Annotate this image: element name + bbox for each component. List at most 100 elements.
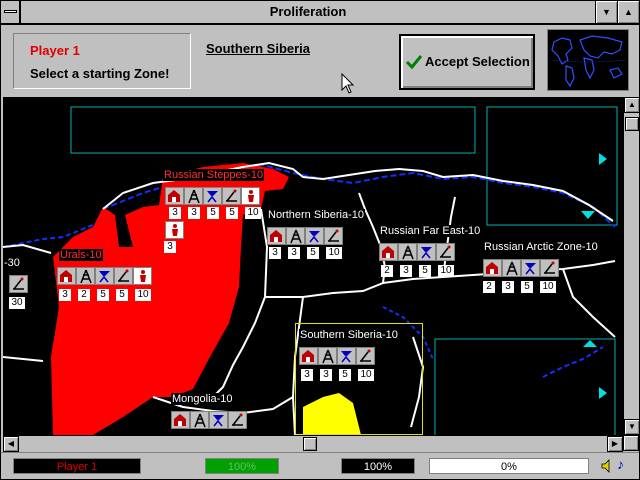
missile-launcher-icon — [114, 267, 133, 285]
factory-icon — [165, 187, 184, 205]
scroll-left-icon: ◀ — [7, 439, 15, 448]
player-name: Player 1 — [30, 43, 80, 58]
zone-label-russian-steppes[interactable]: Russian Steppes-10 — [163, 169, 265, 181]
radar-dish-icon — [417, 243, 436, 261]
oil-derrick-icon — [318, 347, 337, 365]
missile-launcher-icon — [436, 243, 455, 261]
oil-derrick-icon — [286, 227, 305, 245]
maximize-icon: ▲ — [624, 7, 633, 17]
minimize-icon: ▼ — [602, 7, 611, 17]
system-menu-icon — [4, 10, 17, 13]
window-title: Proliferation — [269, 4, 347, 19]
status-progress-c: 0% — [429, 458, 589, 474]
soldier-icon — [165, 221, 184, 239]
speaker-icon[interactable] — [601, 459, 615, 473]
maximize-button[interactable]: ▲ — [617, 1, 639, 23]
soldier-icon — [133, 267, 152, 285]
scroll-down-icon: ▼ — [628, 422, 636, 431]
stat-value: 3 — [288, 247, 300, 259]
stat-value: 10 — [358, 369, 374, 381]
stat-value: 3 — [400, 265, 412, 277]
stat-value: 3 — [320, 369, 332, 381]
factory-icon — [483, 259, 502, 277]
zone-stats-offscreen-west: 30 — [9, 297, 32, 309]
scroll-up-button[interactable]: ▲ — [624, 97, 640, 113]
scroll-right-button[interactable]: ▶ — [607, 436, 623, 452]
factory-icon — [171, 411, 190, 429]
stat-value: 5 — [116, 289, 128, 301]
stat-value: 3 — [164, 241, 176, 253]
stat-value: 3 — [269, 247, 281, 259]
zone-stats-russian-arctic-zone: 2 3 5 10 — [483, 281, 563, 293]
stat-value: 10 — [326, 247, 342, 259]
stat-value: 10 — [135, 289, 151, 301]
zone-icons-russian-far-east — [379, 243, 455, 261]
zone-icons-mongolia — [171, 411, 247, 429]
zone-extra-stat-russian-steppes: 3 — [164, 241, 183, 253]
stat-value: 10 — [540, 281, 556, 293]
stat-value: 5 — [419, 265, 431, 277]
zone-label-mongolia[interactable]: Mongolia-10 — [171, 393, 234, 405]
zone-label-southern-siberia[interactable]: Southern Siberia-10 — [299, 329, 399, 341]
oil-derrick-icon — [190, 411, 209, 429]
zone-label-russian-far-east[interactable]: Russian Far East-10 — [379, 225, 482, 237]
radar-dish-icon — [521, 259, 540, 277]
horizontal-scroll-thumb[interactable] — [303, 437, 317, 451]
soldier-icon — [241, 187, 260, 205]
world-map-icon — [551, 35, 627, 88]
factory-icon — [267, 227, 286, 245]
zone-icons-urals — [57, 267, 152, 285]
minimize-button[interactable]: ▼ — [595, 1, 617, 23]
stat-value: 5 — [226, 207, 238, 219]
stat-value: 3 — [169, 207, 181, 219]
zone-stats-southern-siberia: 3 3 5 10 — [301, 369, 381, 381]
scroll-left-button[interactable]: ◀ — [3, 436, 19, 452]
vertical-scroll-thumb[interactable] — [625, 117, 639, 131]
checkmark-icon — [405, 55, 423, 70]
radar-dish-icon — [95, 267, 114, 285]
radar-dish-icon — [305, 227, 324, 245]
zone-label-russian-arctic-zone[interactable]: Russian Arctic Zone-10 — [483, 241, 599, 253]
stat-value: 3 — [188, 207, 200, 219]
stat-value: 5 — [97, 289, 109, 301]
zone-stats-russian-far-east: 2 3 5 10 — [381, 265, 461, 277]
music-note-icon[interactable]: ♪ — [617, 456, 624, 472]
title-bar: Proliferation ▼ ▲ — [1, 1, 639, 25]
zone-icons-southern-siberia — [299, 347, 375, 365]
zone-label-urals[interactable]: Urals-10 — [59, 249, 103, 261]
progress-a-label: 100% — [227, 461, 257, 473]
factory-icon — [379, 243, 398, 261]
zone-stats-russian-steppes: 3 3 5 5 10 — [169, 207, 268, 219]
scroll-up-icon: ▲ — [628, 100, 636, 109]
horizontal-scrollbar[interactable]: ◀ ▶ — [3, 435, 623, 452]
status-progress-b: 100% — [341, 458, 415, 474]
oil-derrick-icon — [502, 259, 521, 277]
stat-value: 3 — [301, 369, 313, 381]
zone-stats-urals: 3 2 5 5 10 — [59, 289, 158, 301]
missile-launcher-icon — [222, 187, 241, 205]
stat-value: 2 — [483, 281, 495, 293]
selected-zone-name: Southern Siberia — [206, 41, 311, 56]
missile-launcher-icon — [9, 275, 28, 293]
stat-value: 3 — [59, 289, 71, 301]
world-map-view[interactable]: Russian Steppes-10 3 3 5 5 10 3 Northern… — [3, 97, 623, 435]
system-menu-button[interactable] — [1, 1, 21, 23]
oil-derrick-icon — [398, 243, 417, 261]
game-window: Proliferation ▼ ▲ Player 1 Select a star… — [0, 0, 640, 480]
radar-dish-icon — [337, 347, 356, 365]
oil-derrick-icon — [184, 187, 203, 205]
missile-launcher-icon — [228, 411, 247, 429]
zone-label-offscreen-west[interactable]: -30 — [3, 257, 21, 269]
accept-selection-button[interactable]: Accept Selection — [399, 34, 535, 90]
zone-icons-northern-siberia — [267, 227, 343, 245]
radar-dish-icon — [209, 411, 228, 429]
vertical-scrollbar[interactable]: ▲ ▼ — [623, 97, 640, 435]
scroll-down-button[interactable]: ▼ — [624, 419, 640, 435]
oil-derrick-icon — [76, 267, 95, 285]
world-minimap[interactable] — [547, 29, 629, 91]
zone-label-northern-siberia[interactable]: Northern Siberia-10 — [267, 209, 365, 221]
stat-value: 10 — [438, 265, 454, 277]
header-panel: Player 1 Select a starting Zone! Souther… — [1, 25, 639, 95]
zone-icons-russian-steppes — [165, 187, 260, 205]
status-bar: Player 1 100% 100% 0% ♪ — [1, 452, 639, 479]
